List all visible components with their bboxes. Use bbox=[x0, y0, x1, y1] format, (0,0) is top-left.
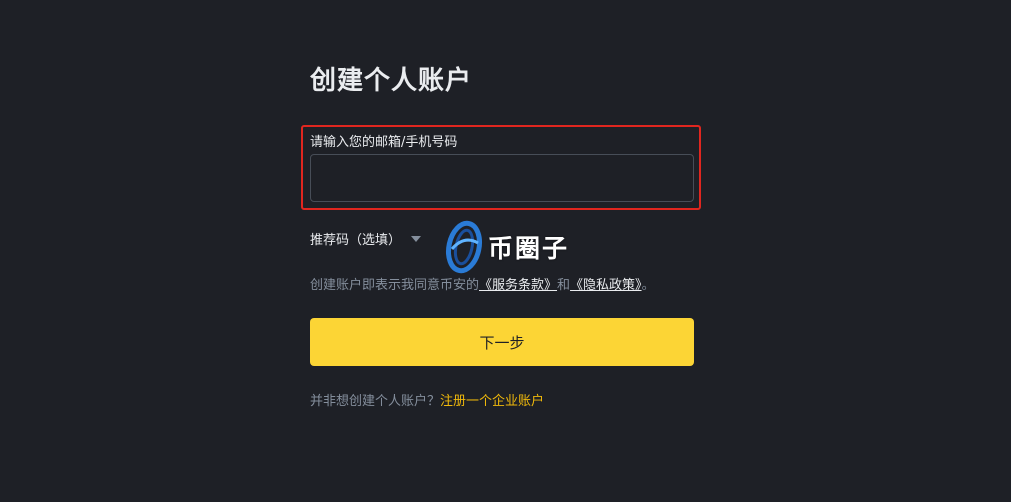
business-account-link[interactable]: 注册一个企业账户 bbox=[440, 394, 544, 409]
watermark: 币圈子 bbox=[442, 219, 569, 275]
referral-code-toggle[interactable]: 推荐码（选填） bbox=[310, 229, 422, 248]
page-title: 创建个人账户 bbox=[310, 66, 473, 96]
caret-down-icon bbox=[411, 235, 422, 242]
terms-and: 和 bbox=[557, 278, 571, 293]
bqz-logo-icon bbox=[446, 220, 482, 274]
privacy-policy-link[interactable]: 《隐私政策》 bbox=[570, 278, 642, 293]
business-prompt-text: 并非想创建个人账户？ bbox=[310, 394, 441, 409]
identifier-label: 请输入您的邮箱/手机号码 bbox=[310, 135, 458, 150]
next-step-button[interactable]: 下一步 bbox=[310, 318, 694, 366]
terms-of-service-link[interactable]: 《服务条款》 bbox=[479, 278, 557, 293]
watermark-text: 币圈子 bbox=[488, 234, 570, 263]
terms-statement: 创建账户即表示我同意币安的《服务条款》和《隐私政策》。 bbox=[310, 274, 655, 293]
signup-page: 创建个人账户 请输入您的邮箱/手机号码 推荐码（选填） 币圈子 创建账户即表示我… bbox=[0, 0, 1011, 502]
terms-suffix: 。 bbox=[641, 278, 655, 293]
terms-prefix: 创建账户即表示我同意币安的 bbox=[310, 278, 480, 293]
email-phone-input[interactable] bbox=[310, 154, 694, 202]
business-account-prompt: 并非想创建个人账户？注册一个企业账户 bbox=[310, 390, 544, 409]
referral-code-label: 推荐码（选填） bbox=[310, 233, 402, 248]
